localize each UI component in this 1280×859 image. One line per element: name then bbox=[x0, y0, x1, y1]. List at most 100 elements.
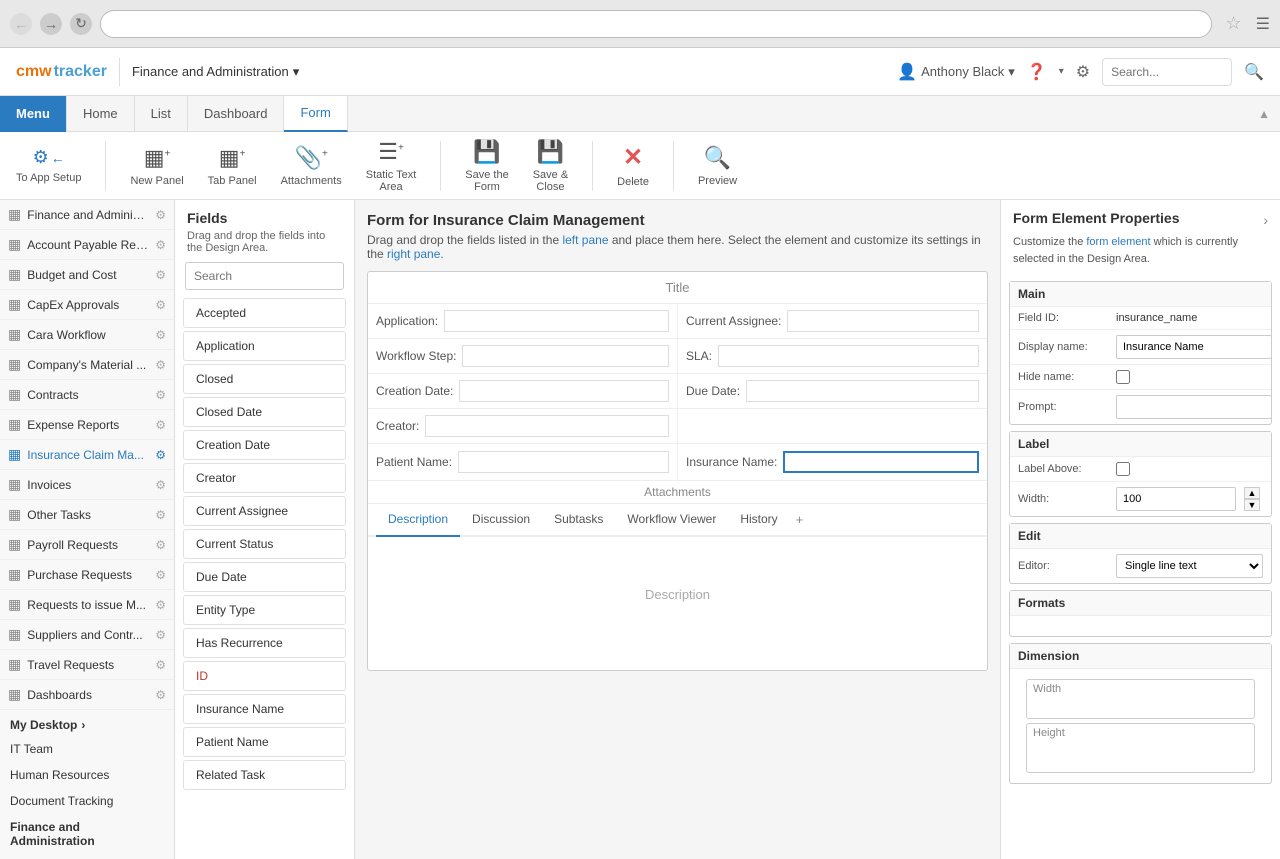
attachments-button[interactable]: 📎+ Attachments bbox=[281, 145, 342, 187]
field-item-closed[interactable]: Closed bbox=[183, 364, 346, 394]
user-info[interactable]: 👤 Anthony Black ▾ bbox=[897, 62, 1015, 82]
fields-search-input[interactable] bbox=[185, 262, 344, 290]
props-panel-collapse-button[interactable]: › bbox=[1263, 212, 1268, 228]
field-item-patient-name[interactable]: Patient Name bbox=[183, 727, 346, 757]
sidebar-item-requests-gear[interactable]: ⚙ bbox=[155, 598, 166, 612]
sidebar-item-insurance[interactable]: ▦ Insurance Claim Ma... ⚙ bbox=[0, 440, 174, 470]
tab-home[interactable]: Home bbox=[67, 96, 135, 132]
workspace-selector[interactable]: Finance and Administration ▾ bbox=[132, 64, 299, 80]
nav-collapse-button[interactable]: ▲ bbox=[1248, 107, 1280, 121]
tab-menu[interactable]: Menu bbox=[0, 96, 67, 132]
delete-button[interactable]: ✕ Delete bbox=[617, 143, 649, 188]
address-bar[interactable] bbox=[100, 10, 1212, 38]
sidebar-item-travel-gear[interactable]: ⚙ bbox=[155, 658, 166, 672]
sidebar-item-purchase[interactable]: ▦ Purchase Requests ⚙ bbox=[0, 560, 174, 590]
save-the-form-button[interactable]: 💾 Save theForm bbox=[465, 139, 508, 193]
sidebar-item-other-tasks-gear[interactable]: ⚙ bbox=[155, 508, 166, 522]
tab-dashboard[interactable]: Dashboard bbox=[188, 96, 285, 132]
sidebar-item-contracts[interactable]: ▦ Contracts ⚙ bbox=[0, 380, 174, 410]
tab-panel-button[interactable]: ▦+ Tab Panel bbox=[208, 145, 257, 187]
browser-menu-icon[interactable]: ☰ bbox=[1256, 14, 1270, 34]
sidebar-item-account-payable-gear[interactable]: ⚙ bbox=[155, 238, 166, 252]
props-editor-select[interactable]: Single line text bbox=[1116, 554, 1263, 578]
sidebar-item-budget-cost[interactable]: ▦ Budget and Cost ⚙ bbox=[0, 260, 174, 290]
sidebar-item-capex[interactable]: ▦ CapEx Approvals ⚙ bbox=[0, 290, 174, 320]
field-item-related-task[interactable]: Related Task bbox=[183, 760, 346, 790]
sidebar-item-contracts-gear[interactable]: ⚙ bbox=[155, 388, 166, 402]
sidebar-item-insurance-gear[interactable]: ⚙ bbox=[155, 448, 166, 462]
sidebar-item-capex-gear[interactable]: ⚙ bbox=[155, 298, 166, 312]
new-panel-button[interactable]: ▦+ New Panel bbox=[130, 145, 183, 187]
sidebar-item-invoices-gear[interactable]: ⚙ bbox=[155, 478, 166, 492]
props-label-above-checkbox[interactable] bbox=[1116, 462, 1130, 476]
settings-icon[interactable]: ⚙ bbox=[1076, 62, 1090, 82]
save-and-close-button[interactable]: 💾 Save &Close bbox=[533, 139, 568, 193]
props-hide-name-checkbox[interactable] bbox=[1116, 370, 1130, 384]
back-button[interactable]: ← bbox=[10, 13, 32, 35]
sidebar-item-payroll[interactable]: ▦ Payroll Requests ⚙ bbox=[0, 530, 174, 560]
sidebar-human-resources[interactable]: Human Resources bbox=[0, 762, 174, 788]
sidebar-document-tracking[interactable]: Document Tracking bbox=[0, 788, 174, 814]
due-date-input[interactable] bbox=[746, 380, 979, 402]
form-tab-history[interactable]: History bbox=[728, 504, 789, 535]
field-item-current-assignee[interactable]: Current Assignee bbox=[183, 496, 346, 526]
field-item-id[interactable]: ID bbox=[183, 661, 346, 691]
help-icon[interactable]: ❓ bbox=[1027, 62, 1047, 82]
sidebar-item-expense-gear[interactable]: ⚙ bbox=[155, 418, 166, 432]
sidebar-my-desktop[interactable]: My Desktop › bbox=[0, 710, 174, 736]
patient-name-input[interactable] bbox=[458, 451, 669, 473]
sidebar-item-invoices[interactable]: ▦ Invoices ⚙ bbox=[0, 470, 174, 500]
field-item-application[interactable]: Application bbox=[183, 331, 346, 361]
creator-input[interactable] bbox=[425, 415, 669, 437]
props-width-increment[interactable]: ▲ bbox=[1244, 487, 1260, 499]
sidebar-item-cara[interactable]: ▦ Cara Workflow ⚙ bbox=[0, 320, 174, 350]
static-text-area-button[interactable]: ☰+ Static TextArea bbox=[366, 139, 417, 193]
field-item-has-recurrence[interactable]: Has Recurrence bbox=[183, 628, 346, 658]
field-item-accepted[interactable]: Accepted bbox=[183, 298, 346, 328]
form-tab-subtasks[interactable]: Subtasks bbox=[542, 504, 615, 535]
sidebar-item-requests[interactable]: ▦ Requests to issue M... ⚙ bbox=[0, 590, 174, 620]
application-input[interactable] bbox=[444, 310, 669, 332]
creation-date-input[interactable] bbox=[459, 380, 669, 402]
form-tab-discussion[interactable]: Discussion bbox=[460, 504, 542, 535]
sidebar-item-budget-cost-gear[interactable]: ⚙ bbox=[155, 268, 166, 282]
field-item-creation-date[interactable]: Creation Date bbox=[183, 430, 346, 460]
sidebar-item-finance-admin[interactable]: ▦ Finance and Administrati... ⚙ bbox=[0, 200, 174, 230]
sidebar-item-purchase-gear[interactable]: ⚙ bbox=[155, 568, 166, 582]
to-app-setup-button[interactable]: ⚙ ← To App Setup bbox=[16, 147, 81, 184]
workflow-step-input[interactable] bbox=[462, 345, 669, 367]
sla-input[interactable] bbox=[718, 345, 979, 367]
tab-form[interactable]: Form bbox=[284, 96, 347, 132]
sidebar-item-finance-admin-gear[interactable]: ⚙ bbox=[155, 208, 166, 222]
field-item-insurance-name[interactable]: Insurance Name bbox=[183, 694, 346, 724]
forward-button[interactable]: → bbox=[40, 13, 62, 35]
field-item-current-status[interactable]: Current Status bbox=[183, 529, 346, 559]
sidebar-item-dashboards[interactable]: ▦ Dashboards ⚙ bbox=[0, 680, 174, 710]
sidebar-marketing-ops[interactable]: Marketing Operations bbox=[0, 854, 174, 859]
field-item-creator[interactable]: Creator bbox=[183, 463, 346, 493]
sidebar-item-cara-gear[interactable]: ⚙ bbox=[155, 328, 166, 342]
form-tab-add-button[interactable]: + bbox=[790, 504, 810, 535]
sidebar-item-companys-gear[interactable]: ⚙ bbox=[155, 358, 166, 372]
header-search-input[interactable] bbox=[1102, 58, 1232, 86]
bookmark-icon[interactable]: ☆ bbox=[1226, 13, 1242, 34]
sidebar-item-travel[interactable]: ▦ Travel Requests ⚙ bbox=[0, 650, 174, 680]
sidebar-item-payroll-gear[interactable]: ⚙ bbox=[155, 538, 166, 552]
sidebar-finance-admin-section[interactable]: Finance and Administration bbox=[0, 814, 174, 854]
reload-button[interactable]: ↻ bbox=[70, 13, 92, 35]
sidebar-item-suppliers[interactable]: ▦ Suppliers and Contr... ⚙ bbox=[0, 620, 174, 650]
tab-list[interactable]: List bbox=[135, 96, 188, 132]
preview-button[interactable]: 🔍 Preview bbox=[698, 145, 737, 187]
sidebar-item-companys[interactable]: ▦ Company's Material ... ⚙ bbox=[0, 350, 174, 380]
sidebar-item-dashboards-gear[interactable]: ⚙ bbox=[155, 688, 166, 702]
props-width-decrement[interactable]: ▼ bbox=[1244, 499, 1260, 511]
field-item-closed-date[interactable]: Closed Date bbox=[183, 397, 346, 427]
sidebar-item-expense[interactable]: ▦ Expense Reports ⚙ bbox=[0, 410, 174, 440]
sidebar-item-suppliers-gear[interactable]: ⚙ bbox=[155, 628, 166, 642]
sidebar-it-team[interactable]: IT Team bbox=[0, 736, 174, 762]
field-item-due-date[interactable]: Due Date bbox=[183, 562, 346, 592]
current-assignee-input[interactable] bbox=[787, 310, 979, 332]
field-item-entity-type[interactable]: Entity Type bbox=[183, 595, 346, 625]
header-search-icon[interactable]: 🔍 bbox=[1244, 62, 1264, 82]
insurance-name-input[interactable] bbox=[783, 451, 979, 473]
